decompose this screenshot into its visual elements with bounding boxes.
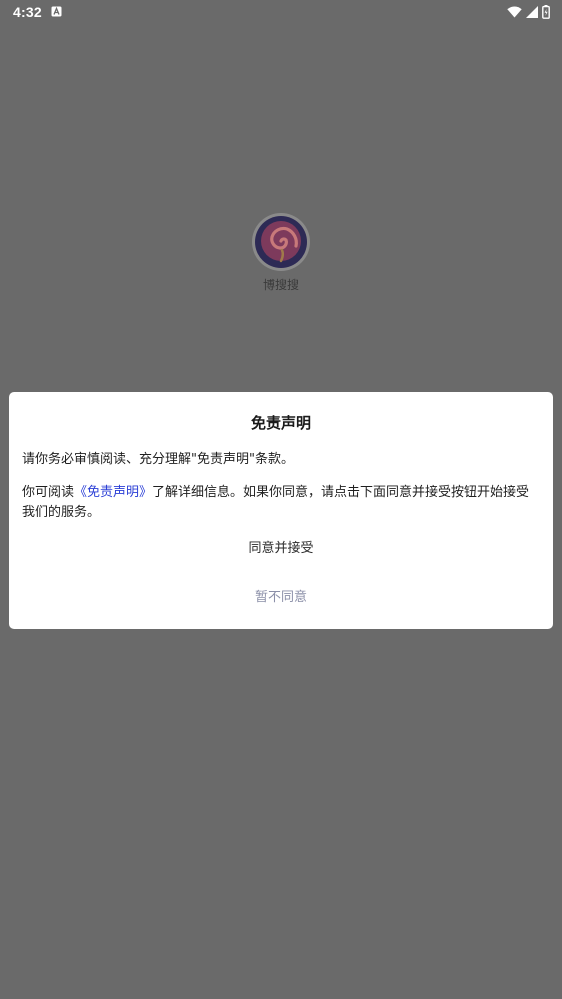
paragraph-2-prefix: 你可阅读 (22, 485, 75, 500)
splash: 博搜搜 (0, 212, 562, 293)
battery-icon (542, 5, 550, 19)
dialog-title: 免责声明 (250, 414, 311, 432)
status-bar: 4:32 (0, 0, 562, 24)
accept-button[interactable]: 同意并接受 (9, 536, 553, 562)
decline-button[interactable]: 暂不同意 (9, 585, 553, 611)
wifi-icon (507, 6, 522, 18)
status-icons (507, 4, 550, 20)
cell-signal-icon (526, 6, 538, 18)
app-name: 博搜搜 (262, 278, 299, 292)
disclaimer-dialog: 免责声明 请你务必审慎阅读、充分理解"免责声明"条款。 你可阅读《免责声明》了解… (9, 392, 553, 629)
dialog-paragraph-2: 你可阅读《免责声明》了解详细信息。如果你同意，请点击下面同意并接受按钮开始接受我… (22, 483, 540, 523)
disclaimer-link[interactable]: 《免责声明》 (74, 485, 152, 500)
dialog-paragraph-1: 请你务必审慎阅读、充分理解"免责声明"条款。 (22, 452, 294, 467)
app-logo-icon (252, 213, 310, 271)
status-time: 4:32 (13, 4, 42, 20)
notification-a-icon (51, 6, 62, 17)
